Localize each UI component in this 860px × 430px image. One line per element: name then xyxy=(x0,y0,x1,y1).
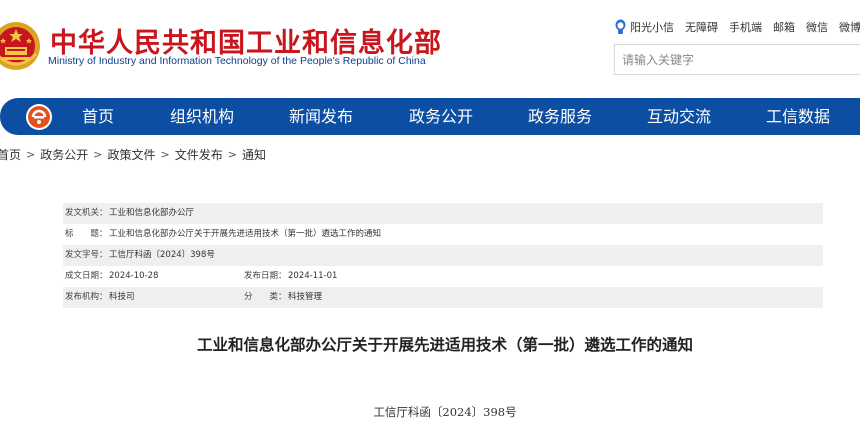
document-meta-table: 发文机关： 工业和信息化部办公厅 标 题： 工业和信息化部办公厅关于开展先进适用… xyxy=(63,203,823,308)
article-doc-number: 工信厅科函〔2024〕398号 xyxy=(373,405,517,419)
nav-item-home[interactable]: 首页 xyxy=(82,98,114,135)
issuer-label: 发文机关： xyxy=(65,208,108,218)
nav-item-data[interactable]: 工信数据 xyxy=(766,98,830,135)
nav-item-gov-affairs[interactable]: 政务公开 xyxy=(409,98,473,135)
chevron-right-icon: > xyxy=(227,148,237,161)
docno-value: 工信厅科函〔2024〕398号 xyxy=(109,250,215,260)
category-value: 科技管理 xyxy=(288,292,323,302)
site-header: 中华人民共和国工业和信息化部 Ministry of Industry and … xyxy=(0,0,860,96)
site-subtitle: Ministry of Industry and Information Tec… xyxy=(48,55,426,67)
nav-item-gov-services[interactable]: 政务服务 xyxy=(528,98,592,135)
national-emblem-icon[interactable] xyxy=(0,20,42,72)
chevron-right-icon: > xyxy=(26,148,36,161)
nav-item-interaction[interactable]: 互动交流 xyxy=(647,98,711,135)
search-input[interactable] xyxy=(615,45,860,74)
meta-row-docno: 发文字号： 工信厅科函〔2024〕398号 xyxy=(63,245,823,266)
top-link-wechat[interactable]: 微信 xyxy=(806,19,828,35)
top-links: 阳光小信 无障碍 手机端 邮箱 微信 微博 R xyxy=(614,19,860,35)
title-label: 标 题： xyxy=(65,229,108,239)
top-link-mobile[interactable]: 手机端 xyxy=(729,19,762,35)
chevron-right-icon: > xyxy=(160,148,170,161)
breadcrumb-policy-files[interactable]: 政策文件 xyxy=(107,146,155,163)
main-nav: 首页 组织机构 新闻发布 政务公开 政务服务 互动交流 工信数据 xyxy=(0,98,860,135)
top-link-email[interactable]: 邮箱 xyxy=(773,19,795,35)
breadcrumb: 首页 > 政务公开 > 政策文件 > 文件发布 > 通知 xyxy=(0,146,266,163)
nav-item-organization[interactable]: 组织机构 xyxy=(170,98,234,135)
published-label: 发布日期： xyxy=(244,271,287,281)
org-value: 科技司 xyxy=(109,292,135,302)
breadcrumb-home[interactable]: 首页 xyxy=(0,146,21,163)
meta-row-title: 标 题： 工业和信息化部办公厅关于开展先进适用技术（第一批）遴选工作的通知 xyxy=(63,224,823,245)
created-label: 成文日期： xyxy=(65,271,108,281)
search-box xyxy=(614,44,860,75)
top-link-sunshine[interactable]: 阳光小信 xyxy=(614,19,674,35)
breadcrumb-notice[interactable]: 通知 xyxy=(242,146,266,163)
article-title: 工业和信息化部办公厅关于开展先进适用技术（第一批）遴选工作的通知 xyxy=(196,336,693,354)
top-link-weibo[interactable]: 微博 xyxy=(839,19,860,35)
ministry-logo-icon[interactable] xyxy=(25,103,53,131)
org-label: 发布机构： xyxy=(65,292,108,302)
issuer-value: 工业和信息化部办公厅 xyxy=(109,208,195,218)
docno-label: 发文字号： xyxy=(65,250,108,260)
meta-row-issuer: 发文机关： 工业和信息化部办公厅 xyxy=(63,203,823,224)
category-label: 分 类： xyxy=(244,292,287,302)
top-link-label: 阳光小信 xyxy=(630,21,674,34)
chevron-right-icon: > xyxy=(93,148,103,161)
meta-row-dates: 成文日期： 2024-10-28 发布日期： 2024-11-01 xyxy=(63,266,823,287)
created-value: 2024-10-28 xyxy=(109,271,159,281)
top-link-accessibility[interactable]: 无障碍 xyxy=(685,19,718,35)
title-value: 工业和信息化部办公厅关于开展先进适用技术（第一批）遴选工作的通知 xyxy=(109,229,382,239)
nav-item-news[interactable]: 新闻发布 xyxy=(289,98,353,135)
mascot-icon xyxy=(615,19,626,34)
published-value: 2024-11-01 xyxy=(288,271,338,281)
breadcrumb-file-release[interactable]: 文件发布 xyxy=(175,146,223,163)
breadcrumb-gov-affairs[interactable]: 政务公开 xyxy=(40,146,88,163)
meta-row-org: 发布机构： 科技司 分 类： 科技管理 xyxy=(63,287,823,308)
